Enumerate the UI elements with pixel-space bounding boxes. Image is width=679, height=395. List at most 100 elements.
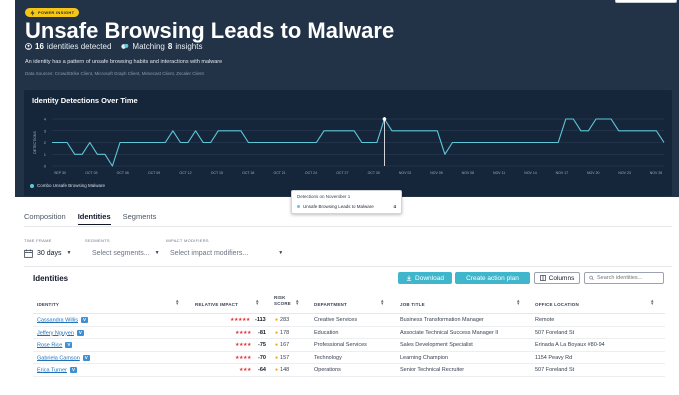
tooltip-series: Unsafe Browsing Leads to Malware [297, 204, 374, 209]
risk-dot-icon: ● [275, 329, 279, 336]
header-score-label: SCORE [274, 301, 292, 306]
search-identities-input[interactable] [597, 275, 663, 281]
risk-score-value: 167 [280, 342, 290, 348]
sort-icon[interactable]: ▴ ▾ [651, 299, 654, 307]
header-risk-score[interactable]: RISK SCORE [274, 295, 291, 307]
x-tick-label: OCT 21 [273, 171, 285, 175]
download-button[interactable]: Download [398, 272, 452, 284]
sort-icon[interactable]: ▴ ▾ [517, 299, 520, 307]
impact-stars-icon: ★★★★★ [230, 317, 250, 323]
job-title-cell: Sales Development Specialist [400, 342, 473, 348]
sort-icon[interactable]: ▴ ▾ [176, 299, 179, 307]
table-row[interactable]: Jeffery Nguyen V ★★★★ -81 ● 178 Education … [33, 327, 665, 339]
identity-link[interactable]: Jeffery Nguyen [37, 330, 74, 336]
data-sources: Data Sources: CrowdStrike Client, Micros… [25, 71, 204, 76]
verified-badge: V [76, 329, 84, 336]
header-job-title[interactable]: JOB TITLE [400, 302, 425, 307]
chevron-down-icon: ▼ [66, 250, 72, 256]
x-tick-label: OCT 09 [148, 171, 160, 175]
header-relative-impact[interactable]: RELATIVE IMPACT [195, 302, 238, 307]
x-tick-label: NOV 08 [462, 171, 475, 175]
create-action-plan-button[interactable]: Create action plan [455, 272, 530, 284]
verified-badge: V [69, 367, 77, 373]
office-location-cell: 507 Foreland St [535, 367, 575, 373]
x-tick-label: OCT 24 [305, 171, 317, 175]
chevron-down-icon: ▼ [154, 250, 160, 256]
tooltip-value: 4 [393, 204, 396, 209]
sort-icon[interactable]: ▴ ▾ [381, 299, 384, 307]
sort-icon[interactable]: ▴ ▾ [296, 299, 299, 307]
x-tick-label: OCT 27 [336, 171, 348, 175]
identities-table: IDENTITY ▴ ▾ RELATIVE IMPACT ▴ ▾ RISK SCORE… [33, 294, 665, 377]
impact-modifiers-select[interactable]: Select impact modifiers... ▼ [170, 246, 283, 260]
identities-stat: 16 identities detected [25, 42, 111, 51]
identity-cell: Cassandra Willis V [37, 317, 88, 323]
identity-link[interactable]: Rose Rice [37, 342, 62, 348]
identity-link[interactable]: Cassandra Willis [37, 317, 78, 323]
identity-cell: Rose Rice V [37, 342, 73, 348]
sort-icon[interactable]: ▴ ▾ [256, 299, 259, 307]
matching-stat: Matching 8 insights [121, 42, 202, 51]
columns-icon [539, 275, 546, 281]
detections-chart[interactable]: 0 1 2 3 4 DETECTIONS SEP 30 OCT 03 OCT 06 OCT 09 O… [24, 90, 672, 196]
legend-dot-icon [30, 183, 34, 188]
x-tick-label: NOV 14 [524, 171, 537, 175]
tab-divider [24, 226, 672, 227]
office-location-cell: Erinada A La Boyaux #80-94 [535, 342, 605, 348]
table-header: IDENTITY ▴ ▾ RELATIVE IMPACT ▴ ▾ RISK SCORE… [33, 294, 665, 314]
x-tick-label: OCT 03 [85, 171, 97, 175]
tab-composition[interactable]: Composition [24, 212, 66, 225]
table-row[interactable]: Erica Turner V ★★★ -64 ● 148 Operations Se… [33, 364, 665, 377]
chart-tooltip: Detections on November 1 Unsafe Browsing… [291, 190, 402, 214]
table-row[interactable]: Cassandra Willis V ★★★★★ -113 ● 283 Creati… [33, 314, 665, 327]
risk-dot-icon: ● [275, 367, 279, 373]
table-row[interactable]: Gabriela Camson V ★★★★ -70 ● 157 Technolog… [33, 352, 665, 364]
impact-stars-icon: ★★★★ [235, 329, 251, 336]
header-office-location[interactable]: OFFICE LOCATION [535, 302, 579, 307]
time-frame-select[interactable]: 30 days ▼ [24, 246, 71, 260]
chevron-down-icon: ▼ [278, 250, 284, 256]
header-action-button[interactable] [615, 0, 677, 3]
verified-badge: V [80, 317, 88, 323]
impact-cell: ★★★★★ [230, 317, 250, 323]
x-tick-label: NOV 05 [430, 171, 443, 175]
search-identities-box[interactable] [584, 272, 664, 284]
impact-modifiers-label: IMPACT MODIFIERS [166, 238, 209, 243]
power-insight-badge: POWER INSIGHT [25, 8, 80, 17]
table-row[interactable]: Rose Rice V ★★★★ -75 ● 167 Professional Se… [33, 339, 665, 352]
header-department[interactable]: DEPARTMENT [314, 302, 347, 307]
page-title: Unsafe Browsing Leads to Malware [25, 18, 395, 43]
identity-link[interactable]: Erica Turner [37, 367, 67, 373]
chart-legend[interactable]: Combo Unsafe Browsing Malware [30, 183, 105, 188]
risk-score-value: 283 [280, 317, 290, 323]
department-cell: Operations [314, 367, 341, 373]
columns-button[interactable]: Columns [534, 272, 580, 284]
matching-suffix: insights [175, 42, 203, 51]
x-tick-label: NOV 26 [650, 171, 663, 175]
header-identity[interactable]: IDENTITY [37, 302, 59, 307]
y-tick-label: 3 [44, 128, 47, 133]
tab-identities[interactable]: Identities [77, 212, 111, 225]
impact-value: -75 [258, 342, 266, 348]
department-cell: Technology [314, 354, 342, 361]
identity-cell: Erica Turner V [37, 367, 77, 373]
impact-stars-icon: ★★★★ [235, 354, 251, 361]
x-tick-label: NOV 11 [493, 171, 505, 175]
segments-select[interactable]: Select segments... ▼ [92, 246, 160, 260]
x-tick-label: NOV 17 [556, 171, 569, 175]
risk-score-cell: ● 283 [275, 317, 289, 323]
tooltip-title: Detections on November 1 [297, 194, 351, 199]
impact-modifiers-placeholder: Select impact modifiers... [170, 249, 249, 257]
impact-cell: ★★★★ [235, 330, 251, 336]
impact-stars-icon: ★★★ [239, 367, 251, 373]
time-frame-value: 30 days [37, 249, 62, 257]
department-cell: Education [314, 329, 339, 336]
y-axis-label: DETECTIONS [33, 131, 37, 154]
impact-cell: ★★★★ [235, 342, 251, 348]
x-tick-label: OCT 15 [211, 171, 223, 175]
impact-stars-icon: ★★★★ [235, 342, 251, 348]
identity-link[interactable]: Gabriela Camson [37, 355, 80, 361]
tab-segments[interactable]: Segments [123, 212, 157, 225]
y-tick-label: 0 [44, 164, 47, 169]
impact-cell: ★★★★ [235, 355, 251, 361]
